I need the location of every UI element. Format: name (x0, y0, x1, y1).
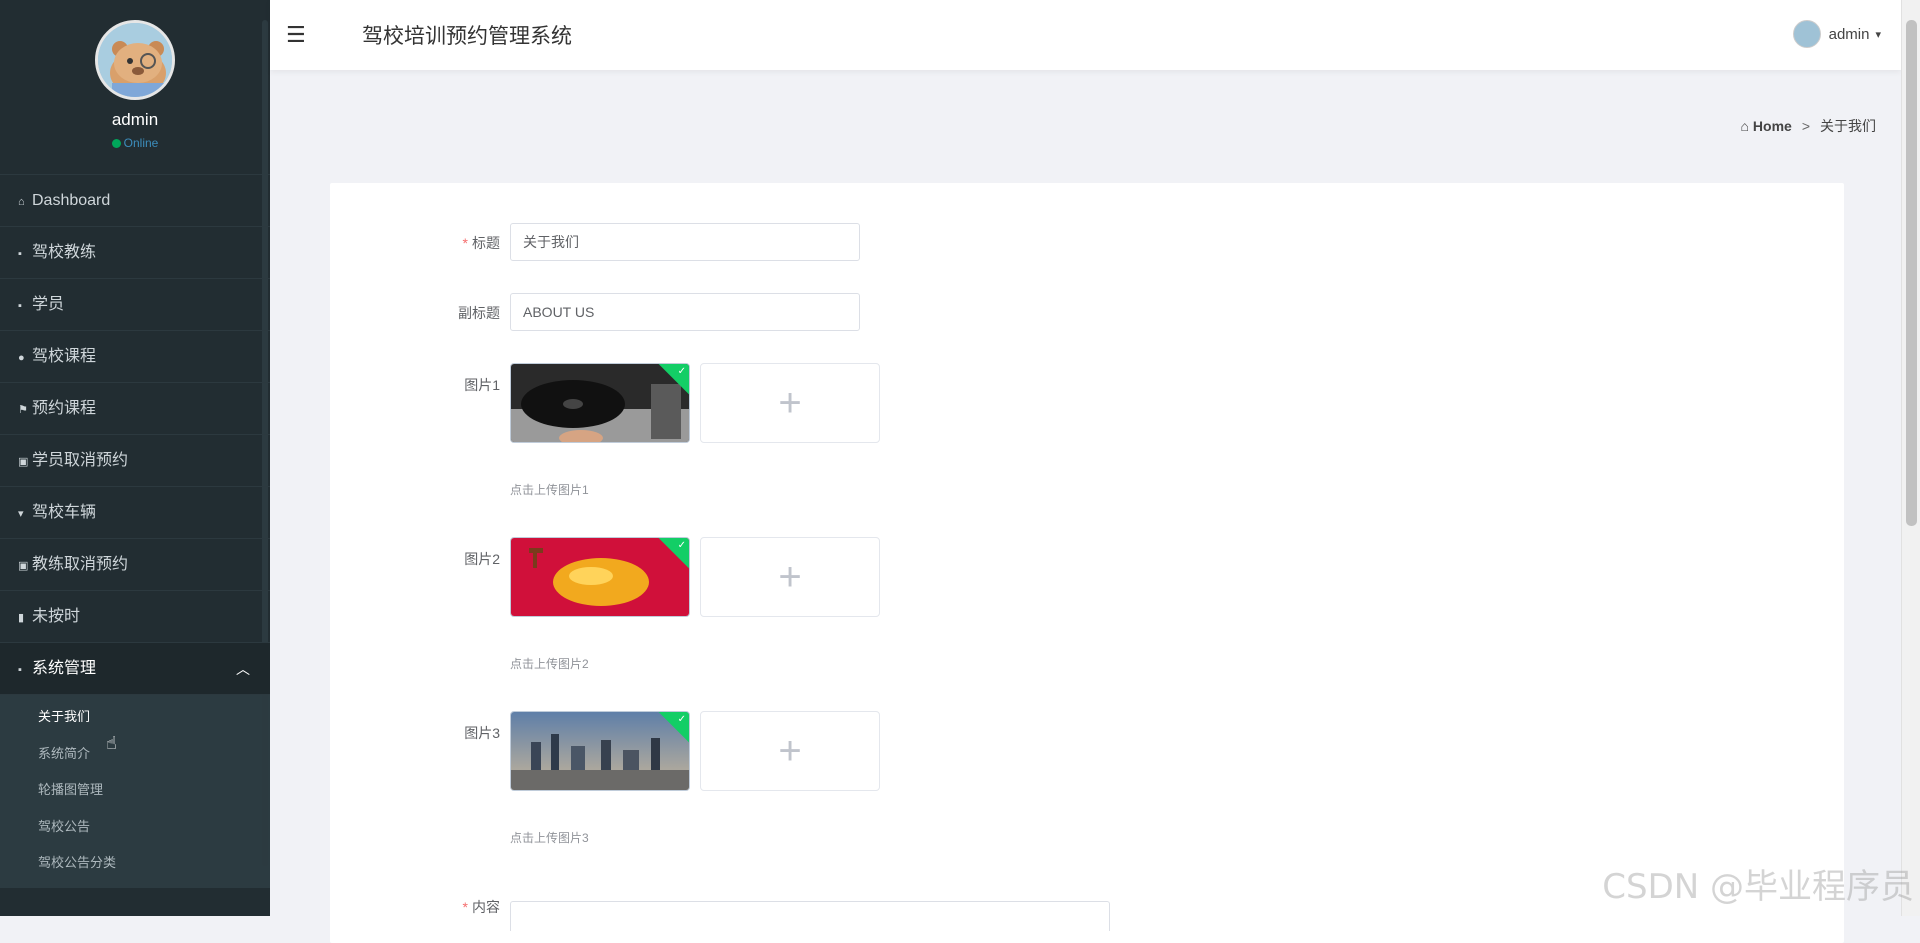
sidebar-item-label: 驾校车辆 (32, 504, 96, 521)
clipboard-icon: ▣ (18, 540, 32, 592)
online-dot-icon (112, 139, 121, 148)
online-status: Online (0, 136, 270, 150)
check-icon: ✓ (678, 714, 686, 725)
sidebar-item-student-cancellations[interactable]: ▣学员取消预约 (0, 435, 270, 487)
sidebar-item-label: 系统管理 (32, 660, 96, 677)
image3-label: 图片3 (330, 723, 500, 743)
topbar-username: admin (1829, 26, 1870, 43)
user-icon: ● (18, 332, 32, 384)
image1-hint: 点击上传图片1 (510, 481, 589, 498)
submenu-item-announcements[interactable]: 驾校公告 (0, 809, 270, 846)
sidebar-item-courses[interactable]: ●驾校课程 (0, 331, 270, 383)
grid-icon: ▪ (18, 280, 32, 332)
check-icon: ✓ (678, 366, 686, 377)
watermark: CSDN @毕业程序员 (1602, 859, 1914, 908)
chevron-down-icon: ▾ (1875, 28, 1881, 41)
page-scrollbar[interactable] (1901, 0, 1920, 916)
content-editor[interactable] (510, 901, 1110, 931)
submenu-item-carousel[interactable]: 轮播图管理 (0, 772, 270, 809)
image3-hint: 点击上传图片3 (510, 829, 589, 846)
sidebar-item-label: 未按时 (32, 608, 80, 625)
check-icon: ✓ (678, 540, 686, 551)
submenu-item-system-intro[interactable]: 系统简介 (0, 736, 270, 773)
image2-label: 图片2 (330, 549, 500, 569)
content-label-text: 内容 (472, 899, 500, 915)
sidebar-item-label: 驾校教练 (32, 244, 96, 261)
content-label: *内容 (330, 897, 500, 917)
topbar: ☰ 驾校培训预约管理系统 admin ▾ (270, 0, 1901, 70)
avatar (1793, 20, 1821, 48)
breadcrumb-separator: > (1802, 118, 1810, 134)
home-icon: ⌂ (18, 176, 32, 228)
status-text: Online (124, 136, 159, 150)
required-mark: * (463, 899, 468, 915)
bar-chart-icon: ▮ (18, 592, 32, 644)
submenu-item-announcement-categories[interactable]: 驾校公告分类 (0, 845, 270, 882)
plus-icon: + (778, 381, 801, 425)
avatar (95, 20, 175, 100)
sidebar: admin Online ⌂Dashboard ▪驾校教练 ▪学员 ●驾校课程 … (0, 0, 270, 916)
sidebar-item-late[interactable]: ▮未按时 (0, 591, 270, 643)
image3-thumbnail[interactable]: ✓ (510, 711, 690, 791)
image2-upload-button[interactable]: + (700, 537, 880, 617)
sidebar-item-label: 学员取消预约 (32, 452, 128, 469)
image2-hint: 点击上传图片2 (510, 655, 589, 672)
sidebar-item-label: 教练取消预约 (32, 556, 128, 573)
sidebar-item-label: 驾校课程 (32, 348, 96, 365)
sidebar-item-coaches[interactable]: ▪驾校教练 (0, 227, 270, 279)
menu-toggle-icon[interactable]: ☰ (286, 22, 306, 48)
sidebar-item-coach-cancellations[interactable]: ▣教练取消预约 (0, 539, 270, 591)
title-input[interactable]: 关于我们 (510, 223, 860, 261)
user-profile: admin Online (0, 0, 270, 175)
chevron-up-icon: ︿ (236, 643, 250, 695)
image3-upload-button[interactable]: + (700, 711, 880, 791)
subtitle-input[interactable]: ABOUT US (510, 293, 860, 331)
sidebar-item-booked-courses[interactable]: ⚑预约课程 (0, 383, 270, 435)
subtitle-label: 副标题 (330, 303, 500, 323)
sidebar-username: admin (0, 110, 270, 130)
plus-icon: + (778, 729, 801, 773)
pin-icon: ▾ (18, 488, 32, 540)
system-submenu: 关于我们 系统简介 轮播图管理 驾校公告 驾校公告分类 (0, 695, 270, 888)
clipboard-icon: ▣ (18, 436, 32, 488)
submenu-item-about-us[interactable]: 关于我们 (0, 699, 270, 736)
title-label-text: 标题 (472, 235, 500, 251)
sidebar-item-students[interactable]: ▪学员 (0, 279, 270, 331)
grid-icon: ▪ (18, 644, 32, 696)
image1-thumbnail[interactable]: ✓ (510, 363, 690, 443)
sidebar-item-label: Dashboard (32, 192, 110, 209)
hand-cursor-icon: ☝ (106, 733, 117, 754)
image1-upload-button[interactable]: + (700, 363, 880, 443)
page-scrollbar-thumb[interactable] (1906, 20, 1917, 526)
sidebar-item-system-management[interactable]: ▪系统管理 ︿ (0, 643, 270, 695)
home-icon: ⌂ (1741, 118, 1753, 134)
breadcrumb-current: 关于我们 (1820, 118, 1876, 134)
main-content: ⌂ Home>关于我们 *标题 关于我们 副标题 ABOUT US 图片1 ✓ … (270, 70, 1901, 916)
plus-icon: + (778, 555, 801, 599)
user-menu[interactable]: admin ▾ (1793, 20, 1881, 48)
image2-thumbnail[interactable]: ✓ (510, 537, 690, 617)
title-label: *标题 (330, 233, 500, 253)
form-card: *标题 关于我们 副标题 ABOUT US 图片1 ✓ + 点击上传图片1 图片… (330, 183, 1844, 943)
breadcrumb: ⌂ Home > 关于我们 (1741, 116, 1876, 136)
sidebar-item-label: 预约课程 (32, 400, 96, 417)
system-title: 驾校培训预约管理系统 (362, 20, 572, 50)
grid-icon: ▪ (18, 228, 32, 280)
required-mark: * (463, 235, 468, 251)
sidebar-item-dashboard[interactable]: ⌂Dashboard (0, 175, 270, 227)
breadcrumb-home[interactable]: Home (1753, 118, 1792, 134)
image1-label: 图片1 (330, 375, 500, 395)
flag-icon: ⚑ (18, 384, 32, 436)
sidebar-item-vehicles[interactable]: ▾驾校车辆 (0, 487, 270, 539)
sidebar-item-label: 学员 (32, 296, 64, 313)
